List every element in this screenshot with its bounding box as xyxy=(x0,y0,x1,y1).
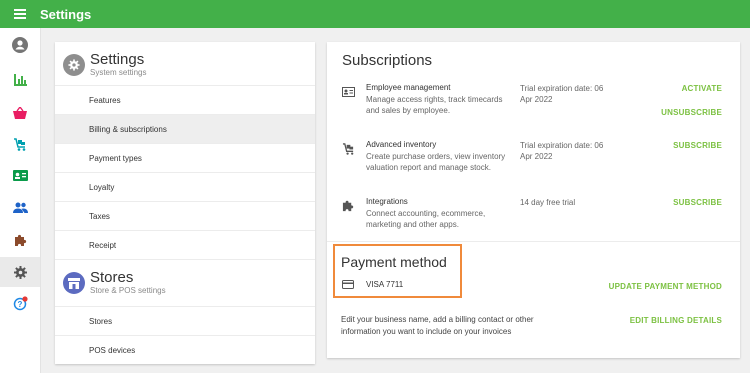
settings-section-subtitle: System settings xyxy=(90,68,147,77)
nav-item-pos-devices[interactable]: POS devices xyxy=(55,335,315,364)
sidebar-item-inventory[interactable] xyxy=(0,129,40,159)
sidebar-item-reports[interactable] xyxy=(0,65,40,95)
edit-billing-details-button[interactable]: EDIT BILLING DETAILS xyxy=(630,316,722,325)
nav-item-loyalty[interactable]: Loyalty xyxy=(55,172,315,201)
section-divider xyxy=(327,241,740,242)
id-card-icon xyxy=(12,169,28,181)
sidebar-item-customers[interactable] xyxy=(0,192,40,222)
subscription-name: Advanced inventory xyxy=(366,140,437,149)
stores-section-title: Stores xyxy=(90,269,134,286)
sidebar-item-integrations[interactable] xyxy=(0,225,40,255)
unsubscribe-button[interactable]: UNSUBSCRIBE xyxy=(661,108,722,117)
subscription-description: Manage access rights, track timecards an… xyxy=(366,95,503,115)
subscription-description: Connect accounting, ecommerce, marketing… xyxy=(366,209,486,229)
gear-icon xyxy=(13,265,27,279)
activate-button[interactable]: ACTIVATE xyxy=(682,84,722,93)
bar-chart-icon xyxy=(13,74,27,86)
id-card-icon xyxy=(341,85,355,99)
nav-item-payment-types[interactable]: Payment types xyxy=(55,143,315,172)
sidebar-item-employees[interactable] xyxy=(0,160,40,190)
card-number: VISA 7711 xyxy=(366,280,404,289)
svg-text:?: ? xyxy=(17,299,22,308)
credit-card-icon xyxy=(342,280,354,289)
subscription-description: Create purchase orders, view inventory v… xyxy=(366,152,506,172)
subscription-status: Trial expiration date: 06 Apr 2022 xyxy=(520,84,604,104)
update-payment-method-button[interactable]: UPDATE PAYMENT METHOD xyxy=(609,282,722,291)
subscription-name: Integrations xyxy=(366,197,408,206)
help-icon: ? xyxy=(13,295,28,310)
nav-item-taxes[interactable]: Taxes xyxy=(55,201,315,230)
subscription-row-employee-management: Employee management Manage access rights… xyxy=(327,83,740,135)
nav-item-stores[interactable]: Stores xyxy=(55,306,315,335)
subscriptions-title: Subscriptions xyxy=(342,52,433,69)
billing-description: Edit your business name, add a billing c… xyxy=(341,315,534,336)
top-app-bar: Settings xyxy=(0,0,750,28)
billing-card: Subscriptions Employee management Manage… xyxy=(327,42,740,358)
sidebar-item-account[interactable] xyxy=(0,30,40,60)
subscribe-button[interactable]: SUBSCRIBE xyxy=(673,141,722,150)
sidebar-item-items[interactable] xyxy=(0,98,40,128)
puzzle-icon xyxy=(14,234,26,246)
sidebar: ? xyxy=(0,28,41,373)
settings-menu-card: Settings System settings Features Billin… xyxy=(55,42,315,364)
store-icon xyxy=(63,272,85,294)
nav-item-receipt[interactable]: Receipt xyxy=(55,230,315,259)
subscription-row-advanced-inventory: Advanced inventory Create purchase order… xyxy=(327,140,740,192)
account-icon xyxy=(12,37,28,53)
sidebar-item-settings[interactable] xyxy=(0,257,40,287)
subscription-status: 14 day free trial xyxy=(520,198,576,207)
sidebar-item-help[interactable]: ? xyxy=(0,288,40,318)
nav-item-features[interactable]: Features xyxy=(55,85,315,114)
cart-icon xyxy=(14,137,26,151)
settings-section-header: Settings System settings xyxy=(63,52,146,78)
payment-method-title: Payment method xyxy=(341,254,447,270)
settings-section-title: Settings xyxy=(90,51,145,68)
section-divider xyxy=(55,259,315,260)
settings-section-icon xyxy=(63,54,85,76)
subscribe-button[interactable]: SUBSCRIBE xyxy=(673,198,722,207)
nav-item-billing-subscriptions[interactable]: Billing & subscriptions xyxy=(55,114,315,143)
people-icon xyxy=(12,202,28,213)
cart-icon xyxy=(341,142,355,156)
page-title: Settings xyxy=(40,6,92,22)
basket-icon xyxy=(13,107,27,119)
stores-section-subtitle: Store & POS settings xyxy=(90,286,166,295)
stores-section-header: Stores Store & POS settings xyxy=(63,270,166,296)
subscription-status: Trial expiration date: 06 Apr 2022 xyxy=(520,141,604,161)
menu-icon[interactable] xyxy=(0,0,40,28)
payment-method-highlight xyxy=(333,244,462,298)
puzzle-icon xyxy=(341,199,355,213)
subscription-name: Employee management xyxy=(366,83,451,92)
